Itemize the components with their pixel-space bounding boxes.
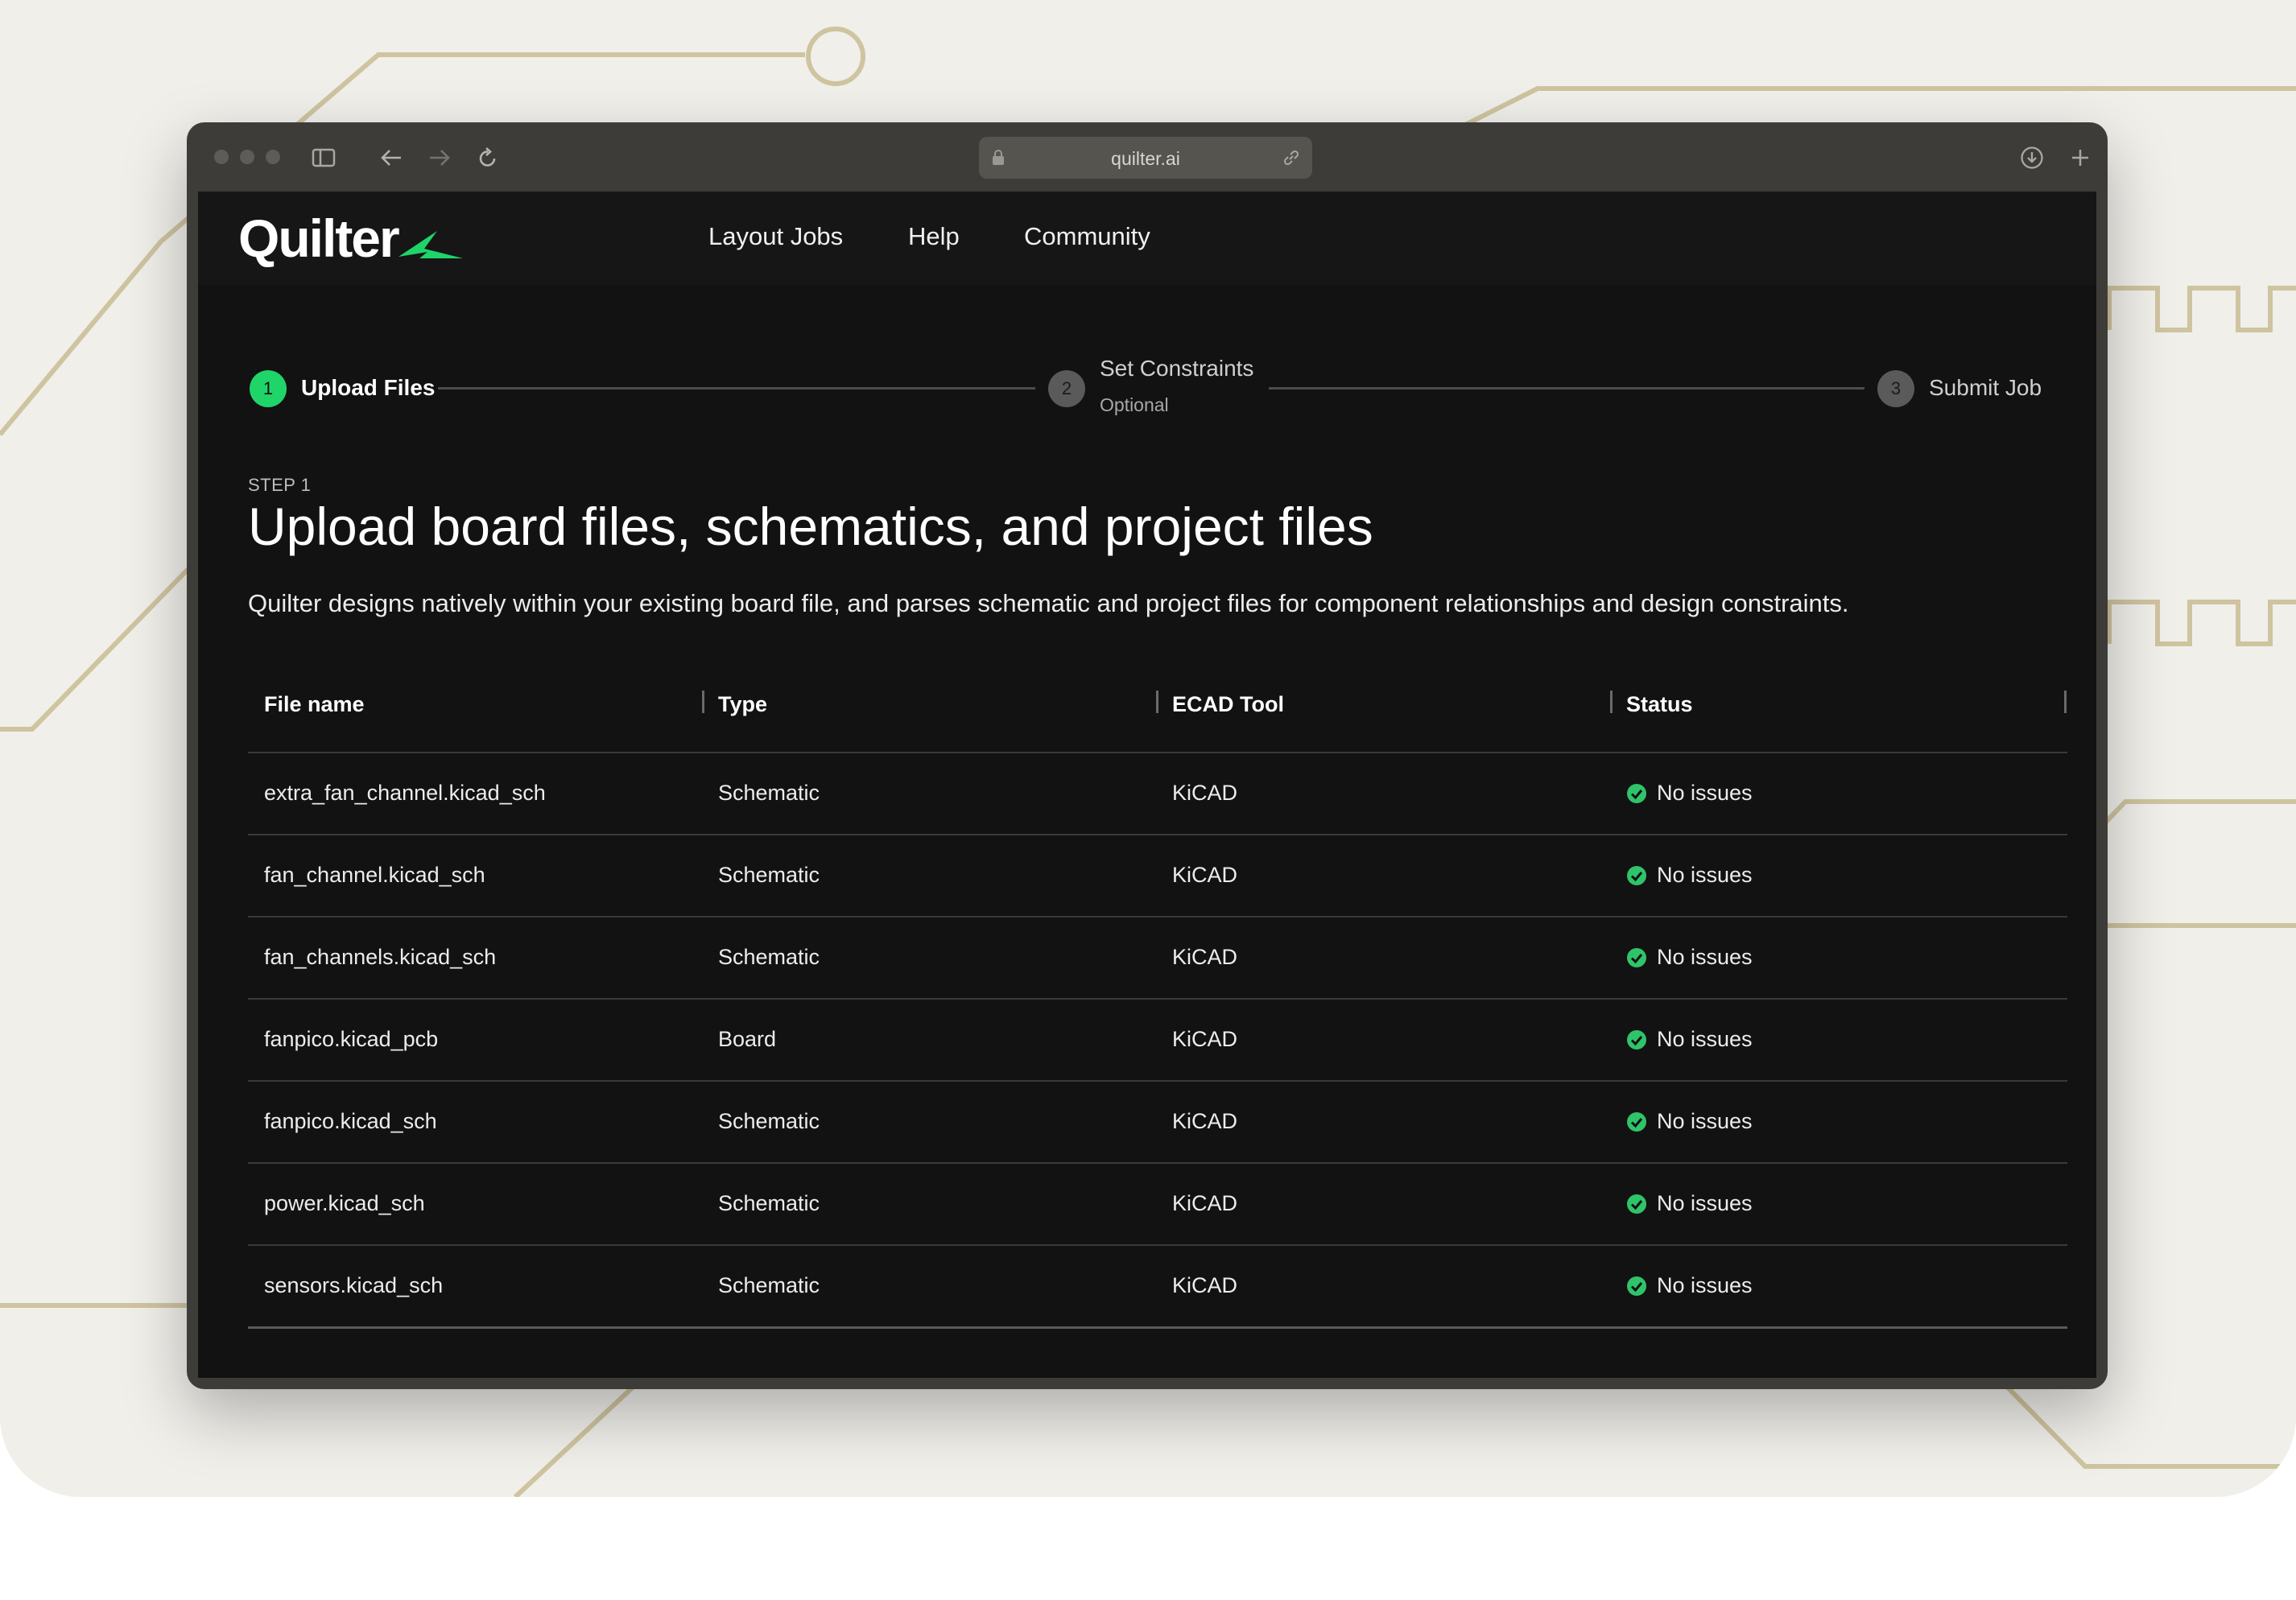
step-2-sublabel: Optional [1100, 394, 1169, 415]
status-text: No issues [1657, 1191, 1753, 1215]
logo-wordmark: Quilter [238, 208, 400, 268]
link-icon[interactable] [1282, 148, 1301, 167]
file-name-cell: fan_channels.kicad_sch [264, 945, 497, 969]
status-cell: No issues [1626, 945, 1753, 970]
file-name-cell: fanpico.kicad_pcb [264, 1027, 439, 1051]
forward-arrow-icon[interactable] [423, 142, 456, 174]
status-cell: No issues [1626, 863, 1753, 888]
address-bar[interactable]: quilter.ai [979, 137, 1312, 179]
step-connector-1 [438, 387, 1035, 390]
close-window-dot[interactable] [214, 150, 229, 164]
type-cell: Schematic [718, 1109, 820, 1133]
ecad-tool-cell: KiCAD [1172, 1191, 1238, 1215]
step-3-label: Submit Job [1929, 375, 2042, 400]
file-name-cell: fanpico.kicad_sch [264, 1109, 437, 1133]
step-2-indicator: 2 [1048, 370, 1085, 407]
ecad-tool-cell: KiCAD [1172, 1109, 1238, 1133]
column-header-file-name[interactable]: File name [264, 692, 365, 717]
file-name-cell: power.kicad_sch [264, 1191, 425, 1215]
files-table: File name Type ECAD Tool Status extra_fa… [248, 650, 2067, 1329]
page-title: Upload board files, schematics, and proj… [248, 497, 1373, 556]
browser-titlebar: quilter.ai [187, 122, 2108, 192]
type-cell: Schematic [718, 863, 820, 887]
nav-link-layout-jobs[interactable]: Layout Jobs [708, 222, 843, 251]
status-text: No issues [1657, 781, 1753, 805]
column-resize-handle[interactable] [702, 691, 704, 713]
table-row[interactable]: extra_fan_channel.kicad_sch Schematic Ki… [248, 753, 2067, 835]
step-1-indicator: 1 [250, 370, 287, 407]
ecad-tool-cell: KiCAD [1172, 781, 1238, 805]
type-cell: Board [718, 1027, 777, 1051]
ecad-tool-cell: KiCAD [1172, 1273, 1238, 1297]
table-row[interactable]: fanpico.kicad_sch Schematic KiCAD No iss… [248, 1082, 2067, 1164]
status-text: No issues [1657, 863, 1753, 887]
ecad-tool-cell: KiCAD [1172, 863, 1238, 887]
column-header-type[interactable]: Type [718, 692, 767, 717]
reload-icon[interactable] [472, 142, 504, 174]
status-cell: No issues [1626, 1109, 1753, 1134]
file-name-cell: fan_channel.kicad_sch [264, 863, 485, 887]
top-navbar: Quilter Layout Jobs Help Community [198, 192, 2096, 285]
column-header-ecad-tool[interactable]: ECAD Tool [1172, 692, 1284, 717]
step-2-label: Set Constraints [1100, 356, 1254, 381]
nav-link-help[interactable]: Help [908, 222, 960, 251]
table-row[interactable]: power.kicad_sch Schematic KiCAD No issue… [248, 1164, 2067, 1246]
column-header-status[interactable]: Status [1626, 692, 1693, 717]
lightning-bolt-icon [398, 231, 463, 258]
browser-window: quilter.ai Quilter Layout Jobs Help Comm… [187, 122, 2108, 1389]
status-text: No issues [1657, 945, 1753, 969]
status-cell: No issues [1626, 1191, 1753, 1216]
table-row[interactable]: fan_channels.kicad_sch Schematic KiCAD N… [248, 918, 2067, 1000]
ecad-tool-cell: KiCAD [1172, 1027, 1238, 1051]
table-row[interactable]: fanpico.kicad_pcb Board KiCAD No issues [248, 1000, 2067, 1082]
nav-link-community[interactable]: Community [1024, 222, 1150, 251]
column-resize-handle[interactable] [1156, 691, 1158, 713]
check-circle-icon [1627, 1194, 1646, 1214]
url-text: quilter.ai [1111, 148, 1180, 169]
check-circle-icon [1627, 1111, 1646, 1132]
check-circle-icon [1627, 1276, 1646, 1296]
table-row[interactable]: sensors.kicad_sch Schematic KiCAD No iss… [248, 1246, 2067, 1329]
minimize-window-dot[interactable] [240, 150, 254, 164]
ecad-tool-cell: KiCAD [1172, 945, 1238, 969]
status-cell: No issues [1626, 1027, 1753, 1052]
type-cell: Schematic [718, 1191, 820, 1215]
table-row[interactable]: fan_channel.kicad_sch Schematic KiCAD No… [248, 835, 2067, 918]
column-resize-handle[interactable] [1610, 691, 1613, 713]
page-description: Quilter designs natively within your exi… [248, 589, 1849, 617]
plus-icon[interactable] [2064, 142, 2096, 174]
web-page: Quilter Layout Jobs Help Community 1 Upl… [198, 192, 2096, 1378]
type-cell: Schematic [718, 781, 820, 805]
type-cell: Schematic [718, 1273, 820, 1297]
back-arrow-icon[interactable] [375, 142, 407, 174]
status-text: No issues [1657, 1273, 1753, 1297]
file-name-cell: sensors.kicad_sch [264, 1273, 444, 1297]
step-3-indicator: 3 [1877, 370, 1914, 407]
status-text: No issues [1657, 1109, 1753, 1133]
type-cell: Schematic [718, 945, 820, 969]
status-cell: No issues [1626, 781, 1753, 806]
brand-logo[interactable]: Quilter [238, 206, 465, 270]
download-icon[interactable] [2016, 142, 2048, 174]
status-cell: No issues [1626, 1273, 1753, 1298]
maximize-window-dot[interactable] [266, 150, 280, 164]
table-header-row: File name Type ECAD Tool Status [248, 650, 2067, 753]
file-name-cell: extra_fan_channel.kicad_sch [264, 781, 546, 805]
step-connector-2 [1269, 387, 1864, 390]
status-text: No issues [1657, 1027, 1753, 1051]
step-1-label: Upload Files [301, 375, 436, 400]
column-resize-handle[interactable] [2064, 691, 2067, 713]
check-circle-icon [1627, 947, 1646, 967]
sidebar-icon[interactable] [308, 142, 340, 174]
step-eyebrow: STEP 1 [248, 475, 312, 495]
check-circle-icon [1627, 783, 1646, 803]
check-circle-icon [1627, 865, 1646, 885]
check-circle-icon [1627, 1029, 1646, 1049]
